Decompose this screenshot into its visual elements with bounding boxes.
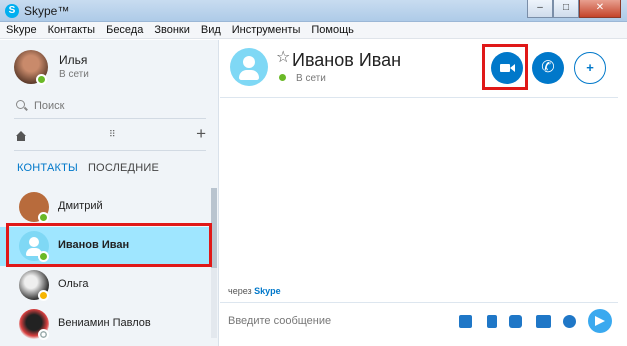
minimize-button[interactable]: – [527, 0, 553, 18]
avatar [230, 48, 268, 86]
message-input[interactable] [228, 313, 448, 329]
my-name: Илья [59, 53, 88, 67]
contact-name: Иванов Иван [292, 50, 402, 70]
sidebar: Илья В сети ⠿ + КОНТАКТЫ ПОСЛЕДНИЕ Дмитр… [0, 40, 219, 346]
send-contact-icon[interactable] [536, 315, 551, 328]
contact-status: В сети [296, 73, 326, 84]
online-status-icon [38, 251, 49, 262]
away-status-icon [38, 290, 49, 301]
message-bar [220, 302, 618, 346]
divider [14, 118, 206, 119]
via-label: через Skype [228, 286, 281, 296]
online-status-icon [38, 212, 49, 223]
online-status-icon [36, 74, 47, 85]
list-item[interactable]: Ольга [0, 266, 210, 305]
offline-status-icon [38, 329, 49, 340]
window-titlebar: S Skype™ – □ ✕ [0, 0, 627, 22]
conversation-header: ☆ Иванов Иван В сети ✆ + [220, 40, 618, 98]
menu-contacts[interactable]: Контакты [42, 22, 101, 38]
tab-contacts[interactable]: КОНТАКТЫ [17, 162, 78, 174]
send-image-icon[interactable] [459, 315, 472, 328]
contact-list: Дмитрий Иванов Иван Ольга Вениамин Павло… [0, 188, 210, 344]
contact-name: Ольга [58, 278, 89, 290]
maximize-button[interactable]: □ [553, 0, 579, 18]
contact-name: Иванов Иван [58, 239, 130, 251]
search-icon [16, 100, 25, 109]
menu-view[interactable]: Вид [195, 22, 226, 38]
sidebar-toolbar: ⠿ + [14, 125, 206, 144]
menu-skype[interactable]: Skype [0, 22, 42, 38]
my-profile[interactable]: Илья В сети [14, 50, 214, 90]
scrollbar-thumb[interactable] [211, 188, 217, 268]
tab-recent[interactable]: ПОСЛЕДНИЕ [88, 162, 159, 174]
divider [14, 150, 206, 151]
search-input[interactable] [34, 98, 204, 114]
menu-bar: Skype Контакты Беседа Звонки Вид Инструм… [0, 22, 627, 39]
emoticon-icon[interactable] [563, 315, 576, 328]
video-call-button[interactable] [491, 52, 523, 84]
via-prefix: через [228, 286, 252, 296]
menu-conversation[interactable]: Беседа [100, 22, 148, 38]
contact-name: Дмитрий [58, 200, 103, 212]
menu-calls[interactable]: Звонки [148, 22, 195, 38]
menu-help[interactable]: Помощь [305, 22, 359, 38]
my-status: В сети [59, 69, 89, 80]
add-icon[interactable]: + [196, 125, 206, 142]
send-button[interactable] [588, 309, 612, 333]
menu-tools[interactable]: Инструменты [226, 22, 306, 38]
dialpad-icon[interactable]: ⠿ [109, 130, 116, 139]
home-icon[interactable] [16, 131, 26, 141]
conversation-pane: ☆ Иванов Иван В сети ✆ + через Skype [220, 40, 627, 346]
list-item[interactable]: Иванов Иван [0, 227, 210, 266]
search-box [14, 98, 204, 114]
send-file-icon[interactable] [487, 315, 497, 328]
list-item[interactable]: Дмитрий [0, 188, 210, 227]
online-status-icon [277, 72, 288, 83]
list-item[interactable]: Вениамин Павлов [0, 305, 210, 344]
window-title: Skype™ [24, 4, 70, 18]
contact-name: Вениамин Павлов [58, 317, 151, 329]
window-controls: – □ ✕ [527, 0, 621, 18]
skype-logo-icon: S [5, 4, 19, 18]
scrollbar[interactable] [211, 188, 217, 338]
close-button[interactable]: ✕ [579, 0, 621, 18]
add-people-button[interactable]: + [574, 52, 606, 84]
via-service: Skype [254, 286, 281, 296]
contact-tabs: КОНТАКТЫ ПОСЛЕДНИЕ [17, 162, 159, 174]
call-button[interactable]: ✆ [532, 52, 564, 84]
video-message-icon[interactable] [509, 315, 522, 328]
star-icon[interactable]: ☆ [276, 50, 290, 66]
